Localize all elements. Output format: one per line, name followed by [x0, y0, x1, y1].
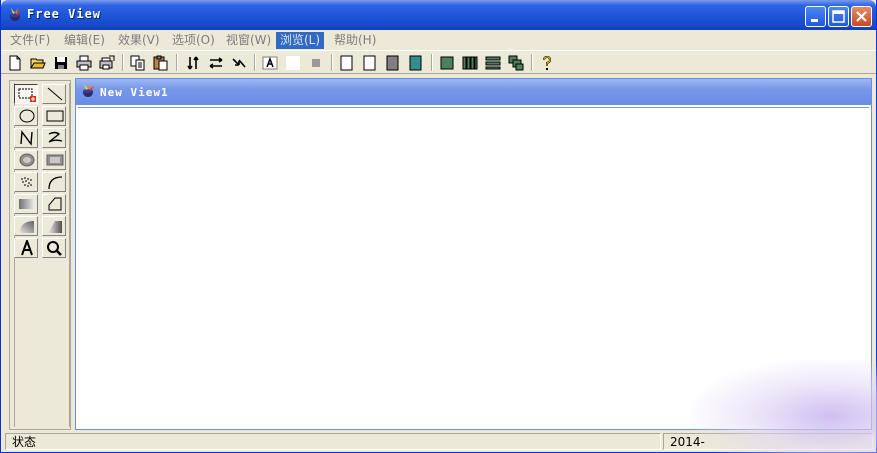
shade-gradient-icon[interactable]: [42, 216, 66, 236]
filled-ellipse-icon[interactable]: [14, 150, 38, 170]
menu-edit[interactable]: 编辑(E): [60, 32, 109, 49]
drawing-canvas[interactable]: [78, 107, 869, 429]
app-window: Free View 文件(F) 编辑(E) 效果(V) 选项(O) 视窗(W) …: [0, 0, 877, 453]
arc-icon[interactable]: [42, 172, 66, 192]
gradient-rect-icon[interactable]: [14, 194, 38, 214]
print-preview-icon[interactable]: [98, 54, 116, 72]
status-text: 状态: [5, 433, 661, 450]
dark-gray-square-icon[interactable]: [384, 54, 402, 72]
minimize-button[interactable]: [805, 6, 826, 27]
document-window[interactable]: New View1: [75, 78, 872, 430]
rectangle-icon[interactable]: [42, 106, 66, 126]
polygon-icon[interactable]: [42, 194, 66, 214]
spray-icon[interactable]: [14, 172, 38, 192]
ellipse-icon[interactable]: [14, 106, 38, 126]
rectangle-select-icon[interactable]: [14, 84, 38, 104]
document-title-bar[interactable]: New View1: [76, 79, 871, 105]
fill-square-icon[interactable]: [438, 54, 456, 72]
status-date: 2014-: [663, 433, 873, 450]
document-title: New View1: [100, 86, 169, 99]
filled-rect-icon[interactable]: [42, 150, 66, 170]
open-folder-icon[interactable]: [29, 54, 47, 72]
rows-icon[interactable]: [484, 54, 502, 72]
toolbar-separator: [254, 54, 256, 71]
menu-browse[interactable]: 浏览(L): [276, 32, 325, 49]
help-icon[interactable]: [538, 54, 556, 72]
text-tool-icon[interactable]: [14, 238, 38, 258]
polyline-icon[interactable]: [14, 128, 38, 148]
document-icon[interactable]: [80, 83, 96, 99]
print-icon[interactable]: [75, 54, 93, 72]
white-swatch-icon[interactable]: [284, 54, 302, 72]
tool-palette: [9, 80, 71, 430]
new-file-icon[interactable]: [6, 54, 24, 72]
flip-horizontal-icon[interactable]: [207, 54, 225, 72]
title-bar[interactable]: Free View: [1, 0, 876, 30]
freehand-icon[interactable]: [42, 128, 66, 148]
copy-icon[interactable]: [129, 54, 147, 72]
status-bar: 状态 2014-: [1, 432, 876, 452]
columns-icon[interactable]: [461, 54, 479, 72]
menu-help[interactable]: 帮助(H): [330, 32, 380, 49]
frame-icon[interactable]: [338, 54, 356, 72]
menu-bar: 文件(F) 编辑(E) 效果(V) 选项(O) 视窗(W) 浏览(L) 帮助(H…: [1, 30, 876, 50]
menu-options[interactable]: 选项(O): [168, 32, 219, 49]
flip-vertical-icon[interactable]: [184, 54, 202, 72]
toolbar-separator: [176, 54, 178, 71]
maximize-button[interactable]: [828, 6, 849, 27]
page-icon[interactable]: [361, 54, 379, 72]
stack-icon[interactable]: [507, 54, 525, 72]
menu-window[interactable]: 视窗(W): [222, 32, 275, 49]
toolbar-separator: [331, 54, 333, 71]
paste-icon[interactable]: [152, 54, 170, 72]
close-button[interactable]: [851, 6, 872, 27]
text-icon[interactable]: [261, 54, 279, 72]
app-icon[interactable]: [7, 7, 23, 23]
line-icon[interactable]: [42, 84, 66, 104]
teal-square-icon[interactable]: [407, 54, 425, 72]
toolbar-separator: [431, 54, 433, 71]
save-icon[interactable]: [52, 54, 70, 72]
zoom-icon[interactable]: [42, 238, 66, 258]
toolbar-separator: [531, 54, 533, 71]
radial-gradient-icon[interactable]: [14, 216, 38, 236]
gray-swatch-icon[interactable]: [307, 54, 325, 72]
menu-effects[interactable]: 效果(V): [114, 32, 164, 49]
toolbar-separator: [122, 54, 124, 71]
toolbar: [1, 50, 876, 74]
rotate-icon[interactable]: [230, 54, 248, 72]
menu-file[interactable]: 文件(F): [6, 32, 54, 49]
window-title: Free View: [27, 7, 102, 21]
